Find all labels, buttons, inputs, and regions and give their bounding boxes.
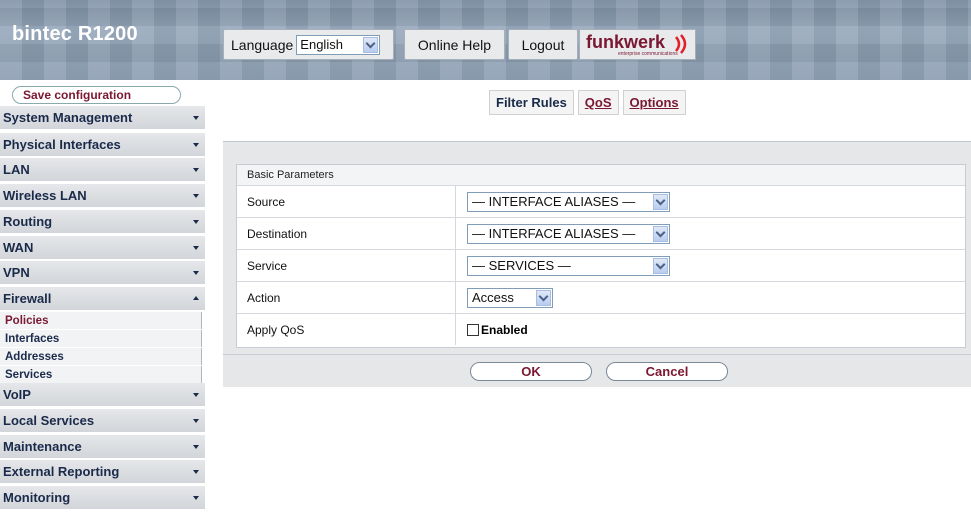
chevron-down-icon[interactable]: [536, 289, 551, 306]
logo-tagline: enterprise communications: [618, 51, 678, 57]
action-label: Action: [237, 282, 456, 313]
sidebar-item-maintenance[interactable]: Maintenance: [0, 435, 205, 459]
apply-qos-checkbox[interactable]: [467, 323, 479, 336]
sidebar-subitem-policies[interactable]: Policies: [0, 312, 202, 329]
sidebar: Save configuration System Management Phy…: [0, 80, 205, 521]
sidebar-item-label: Maintenance: [3, 439, 82, 454]
sidebar-item-label: Physical Interfaces: [3, 137, 121, 152]
sidebar-subitem-interfaces[interactable]: Interfaces: [0, 330, 202, 347]
tab-bar: Filter Rules QoS Options: [489, 89, 690, 116]
chevron-down-icon: [193, 393, 199, 397]
language-value: English: [300, 37, 343, 52]
sidebar-item-monitoring[interactable]: Monitoring: [0, 486, 205, 510]
chevron-down-icon: [193, 470, 199, 474]
chevron-down-icon: [193, 271, 199, 275]
sidebar-item-label: VPN: [3, 265, 30, 280]
content-panel: Basic Parameters Source — INTERFACE ALIA…: [223, 141, 971, 387]
destination-select[interactable]: — INTERFACE ALIASES —: [467, 223, 670, 244]
form-row-destination: Destination — INTERFACE ALIASES —: [237, 218, 965, 250]
source-label: Source: [237, 186, 456, 217]
save-configuration-button[interactable]: Save configuration: [12, 86, 181, 104]
chevron-down-icon[interactable]: [653, 193, 668, 210]
sidebar-item-firewall[interactable]: Firewall: [0, 287, 205, 311]
sidebar-item-label: External Reporting: [3, 464, 120, 479]
tab-options[interactable]: Options: [622, 90, 686, 115]
logout-button[interactable]: Logout: [508, 29, 578, 60]
basic-parameters-section: Basic Parameters Source — INTERFACE ALIA…: [236, 164, 966, 348]
service-value-cell: — SERVICES —: [457, 250, 670, 281]
tab-qos[interactable]: QoS: [577, 90, 619, 115]
chevron-down-icon: [193, 143, 199, 147]
chevron-down-icon: [193, 246, 199, 250]
tab-filter-rules[interactable]: Filter Rules: [489, 90, 574, 115]
sidebar-item-external-reporting[interactable]: External Reporting: [0, 460, 205, 484]
destination-selected: — INTERFACE ALIASES —: [472, 226, 636, 241]
sidebar-subitem-services[interactable]: Services: [0, 366, 202, 383]
form-row-source: Source — INTERFACE ALIASES —: [237, 186, 965, 218]
button-row: OK Cancel: [223, 354, 971, 384]
sidebar-item-wireless-lan[interactable]: Wireless LAN: [0, 184, 205, 208]
chevron-down-icon: [193, 445, 199, 449]
sidebar-item-label: WAN: [3, 240, 34, 255]
sidebar-item-routing[interactable]: Routing: [0, 210, 205, 234]
chevron-down-icon: [193, 496, 199, 500]
sidebar-subitem-addresses[interactable]: Addresses: [0, 348, 202, 365]
destination-label: Destination: [237, 218, 456, 249]
source-selected: — INTERFACE ALIASES —: [472, 194, 636, 209]
ok-button[interactable]: OK: [470, 362, 592, 381]
form-row-action: Action Access: [237, 282, 965, 314]
chevron-down-icon: [193, 194, 199, 198]
logo-name: funkwerk: [586, 32, 666, 52]
sidebar-item-vpn[interactable]: VPN: [0, 261, 205, 285]
service-selected: — SERVICES —: [472, 258, 571, 273]
chevron-down-icon: [193, 220, 199, 224]
service-label: Service: [237, 250, 456, 281]
form-row-apply-qos: Apply QoS Enabled: [237, 314, 965, 346]
source-select[interactable]: — INTERFACE ALIASES —: [467, 191, 670, 212]
action-select[interactable]: Access: [467, 287, 553, 308]
language-select[interactable]: English: [296, 34, 381, 55]
sidebar-item-physical-interfaces[interactable]: Physical Interfaces: [0, 133, 205, 157]
sidebar-item-label: Wireless LAN: [3, 188, 87, 203]
sidebar-item-system-management[interactable]: System Management: [0, 106, 205, 130]
sidebar-item-label: Local Services: [3, 413, 95, 428]
chevron-down-icon[interactable]: [363, 36, 379, 53]
sidebar-item-wan[interactable]: WAN: [0, 236, 205, 260]
sidebar-item-label: System Management: [3, 110, 133, 125]
chevron-down-icon: [193, 116, 199, 120]
product-title: bintec R1200: [12, 23, 138, 45]
language-selector: Language English: [223, 29, 394, 60]
cancel-button[interactable]: Cancel: [606, 362, 728, 381]
action-selected: Access: [472, 290, 514, 305]
sidebar-item-local-services[interactable]: Local Services: [0, 409, 205, 433]
funkwerk-logo: funkwerk enterprise communications: [579, 29, 696, 60]
service-select[interactable]: — SERVICES —: [467, 255, 670, 276]
chevron-down-icon[interactable]: [653, 225, 668, 242]
chevron-down-icon[interactable]: [653, 257, 668, 274]
chevron-up-icon: [193, 296, 199, 300]
sidebar-item-label: LAN: [3, 162, 30, 177]
language-label: Language: [231, 36, 294, 53]
apply-qos-value-cell: Enabled: [457, 314, 528, 345]
action-value-cell: Access: [457, 282, 553, 313]
sidebar-item-label: Routing: [3, 214, 53, 229]
form-row-service: Service — SERVICES —: [237, 250, 965, 282]
sidebar-item-lan[interactable]: LAN: [0, 158, 205, 182]
sidebar-item-label: Monitoring: [3, 490, 71, 505]
destination-value-cell: — INTERFACE ALIASES —: [457, 218, 670, 249]
apply-qos-label: Apply QoS: [237, 314, 456, 345]
apply-qos-enabled-label: Enabled: [481, 322, 528, 337]
source-value-cell: — INTERFACE ALIASES —: [457, 186, 670, 217]
chevron-down-icon: [193, 419, 199, 423]
online-help-button[interactable]: Online Help: [404, 29, 505, 60]
sidebar-item-label: Firewall: [3, 291, 52, 306]
header-bar: bintec R1200 Language English Online Hel…: [0, 0, 971, 80]
section-title: Basic Parameters: [237, 165, 965, 186]
sidebar-item-label: VoIP: [3, 387, 31, 402]
sidebar-item-voip[interactable]: VoIP: [0, 383, 205, 407]
chevron-down-icon: [193, 168, 199, 172]
